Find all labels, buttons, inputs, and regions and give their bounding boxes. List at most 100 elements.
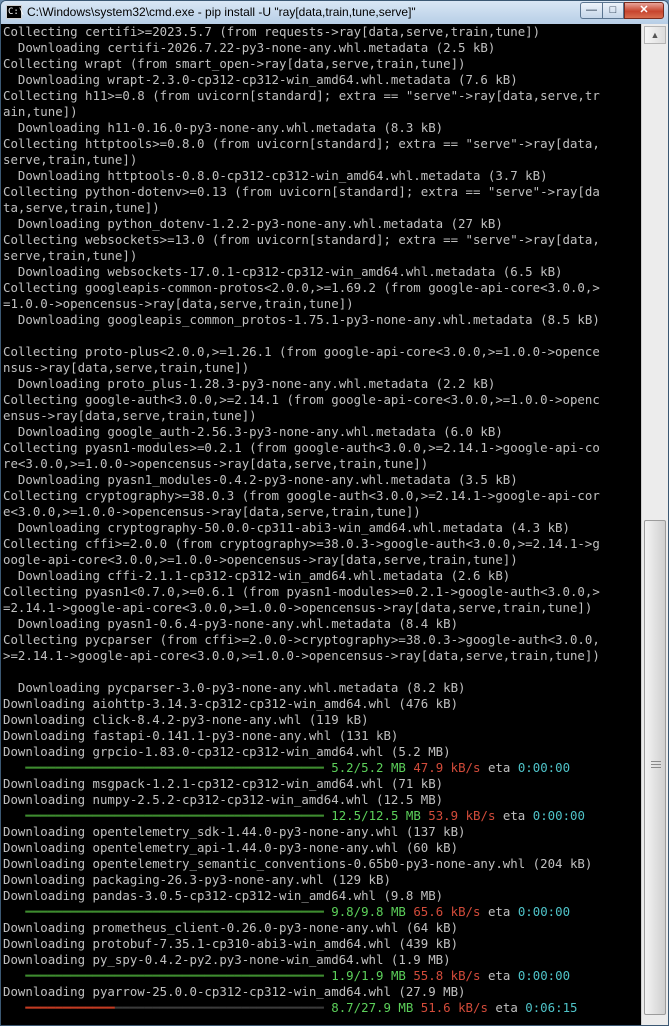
progress-eta: 0:00:00 xyxy=(517,904,571,919)
vertical-scrollbar[interactable]: ▲ xyxy=(641,24,668,1025)
thumb-grip xyxy=(651,761,661,762)
window-title: C:\Windows\system32\cmd.exe - pip instal… xyxy=(27,5,416,19)
cmd-app-icon[interactable]: C:\ xyxy=(6,5,24,19)
progress-amount: 9.8/9.8 MB xyxy=(331,904,406,919)
console-line: Collecting pyasn1<0.7.0,>=0.6.1 (from py… xyxy=(3,584,600,599)
console-line: Collecting pyasn1-modules>=0.2.1 (from g… xyxy=(3,440,600,455)
console-line: Downloading websockets-17.0.1-cp312-cp31… xyxy=(3,264,563,279)
console-line: Collecting h11>=0.8 (from uvicorn[standa… xyxy=(3,88,600,103)
progress-bar-filled: ━━━━━━━━━━━━ xyxy=(25,1000,115,1015)
title-bar[interactable]: C:\ C:\Windows\system32\cmd.exe - pip in… xyxy=(1,1,668,24)
progress-eta-label: eta xyxy=(487,968,511,983)
console-line: Downloading cffi-2.1.1-cp312-cp312-win_a… xyxy=(3,568,511,583)
console-line: Collecting proto-plus<2.0.0,>=1.26.1 (fr… xyxy=(3,344,600,359)
console-line: Downloading grpcio-1.83.0-cp312-cp312-wi… xyxy=(3,744,451,759)
console-line: Downloading protobuf-7.35.1-cp310-abi3-w… xyxy=(3,936,459,951)
progress-indent xyxy=(3,760,25,775)
console-line: =2.14.1->google-api-core<3.0.0,>=1.0.0->… xyxy=(3,600,593,615)
progress-speed: 65.6 kB/s xyxy=(413,904,481,919)
console-line: Downloading wrapt-2.3.0-cp312-cp312-win_… xyxy=(3,72,518,87)
console-line: Downloading fastapi-0.141.1-py3-none-any… xyxy=(3,728,399,743)
progress-bar-filled: ━━━━━━━━━━━━━━━━━━━━━━━━━━━━━━━━━━━━━━━━ xyxy=(25,904,324,919)
minimize-button[interactable]: — xyxy=(580,2,602,19)
progress-bar-filled: ━━━━━━━━━━━━━━━━━━━━━━━━━━━━━━━━━━━━━━━━ xyxy=(25,760,324,775)
close-button[interactable]: ✕ xyxy=(624,2,664,19)
console-line: Downloading googleapis_common_protos-1.7… xyxy=(3,312,600,327)
maximize-button[interactable]: □ xyxy=(602,2,624,19)
console-line: Downloading python_dotenv-1.2.2-py3-none… xyxy=(3,216,503,231)
console-line: Collecting cffi>=2.0.0 (from cryptograph… xyxy=(3,536,600,551)
progress-eta-label: eta xyxy=(487,760,511,775)
console-line: Collecting cryptography>=38.0.3 (from go… xyxy=(3,488,600,503)
progress-eta: 0:00:00 xyxy=(517,968,571,983)
progress-amount: 12.5/12.5 MB xyxy=(331,808,421,823)
progress-bar-remaining: ━━━━━━━━━━━━━━━━━━━━━━━━━━━━ xyxy=(114,1000,324,1015)
console-line: =1.0.0->opencensus->ray[data,serve,train… xyxy=(3,296,354,311)
progress-amount: 1.9/1.9 MB xyxy=(331,968,406,983)
console-line: Downloading pandas-3.0.5-cp312-cp312-win… xyxy=(3,888,444,903)
console-line: Collecting wrapt (from smart_open->ray[d… xyxy=(3,56,466,71)
progress-amount: 5.2/5.2 MB xyxy=(331,760,406,775)
console-line: ta,serve,train,tune]) xyxy=(3,200,160,215)
console-line: Downloading prometheus_client-0.26.0-py3… xyxy=(3,920,459,935)
console-line: Downloading packaging-26.3-py3-none-any.… xyxy=(3,872,391,887)
progress-speed: 47.9 kB/s xyxy=(413,760,481,775)
console-line: Downloading opentelemetry_api-1.44.0-py3… xyxy=(3,840,459,855)
console-line: ensus->ray[data,serve,train,tune]) xyxy=(3,408,257,423)
thumb-grip xyxy=(651,767,661,768)
console-line: nsus->ray[data,serve,train,tune]) xyxy=(3,360,250,375)
progress-eta-label: eta xyxy=(495,1000,518,1015)
console-line: Downloading httptools-0.8.0-cp312-cp312-… xyxy=(3,168,548,183)
console-line: serve,train,tune]) xyxy=(3,248,138,263)
console-line: Collecting python-dotenv>=0.13 (from uvi… xyxy=(3,184,600,199)
console-line: Collecting certifi>=2023.5.7 (from reque… xyxy=(3,24,541,39)
console-line: oogle-api-core<3.0.0,>=1.0.0->opencensus… xyxy=(3,552,518,567)
progress-indent xyxy=(3,1000,25,1015)
thumb-grip xyxy=(651,764,661,765)
console-line: Downloading cryptography-50.0.0-cp311-ab… xyxy=(3,520,570,535)
console-line: Downloading msgpack-1.2.1-cp312-cp312-wi… xyxy=(3,776,444,791)
download-progress-line: ━━━━━━━━━━━━━━━━━━━━━━━━━━━━━━━━━━━━━━━━… xyxy=(1,1000,641,1016)
download-progress-line: ━━━━━━━━━━━━━━━━━━━━━━━━━━━━━━━━━━━━━━━━… xyxy=(1,904,641,920)
progress-eta: 0:06:15 xyxy=(525,1000,578,1015)
console-line: serve,train,tune]) xyxy=(3,152,138,167)
console-line: Downloading aiohttp-3.14.3-cp312-cp312-w… xyxy=(3,696,459,711)
console-line: ain,tune]) xyxy=(3,104,78,119)
cmd-window: C:\ C:\Windows\system32\cmd.exe - pip in… xyxy=(0,0,669,1026)
console-line: Downloading pycparser-3.0-py3-none-any.w… xyxy=(3,680,466,695)
progress-speed: 51.6 kB/s xyxy=(420,1000,488,1015)
console-line: Downloading pyarrow-25.0.0-cp312-cp312-w… xyxy=(3,984,466,999)
console-line: Collecting pycparser (from cffi>=2.0.0->… xyxy=(3,632,600,647)
console-line: Downloading pyasn1_modules-0.4.2-py3-non… xyxy=(3,472,518,487)
progress-speed: 55.8 kB/s xyxy=(413,968,481,983)
download-progress-line: ━━━━━━━━━━━━━━━━━━━━━━━━━━━━━━━━━━━━━━━━… xyxy=(1,968,641,984)
scrollbar-thumb[interactable] xyxy=(644,520,666,1015)
progress-amount: 8.7/27.9 MB xyxy=(331,1000,414,1015)
download-progress-line: ━━━━━━━━━━━━━━━━━━━━━━━━━━━━━━━━━━━━━━━━… xyxy=(1,760,641,776)
console-line: Collecting googleapis-common-protos<2.0.… xyxy=(3,280,600,295)
progress-eta: 0:00:00 xyxy=(517,760,571,775)
console-line: Collecting google-auth<3.0.0,>=2.14.1 (f… xyxy=(3,392,600,407)
progress-eta: 0:00:00 xyxy=(532,808,585,823)
console-line: >=2.14.1->google-api-core<3.0.0,>=1.0.0-… xyxy=(3,648,600,663)
progress-indent xyxy=(3,968,25,983)
scroll-up-arrow-icon[interactable]: ▲ xyxy=(644,26,666,44)
console-line: Downloading py_spy-0.4.2-py2.py3-none-wi… xyxy=(3,952,451,967)
progress-indent xyxy=(3,808,25,823)
progress-eta-label: eta xyxy=(502,808,526,823)
console-line: Downloading proto_plus-1.28.3-py3-none-a… xyxy=(3,376,496,391)
console-line: Downloading certifi-2026.7.22-py3-none-a… xyxy=(3,40,496,55)
window-controls: — □ ✕ xyxy=(580,2,664,19)
console-line: e<3.0.0,>=1.0.0->opencensus->ray[data,se… xyxy=(3,504,421,519)
console-line: Downloading click-8.4.2-py3-none-any.whl… xyxy=(3,712,369,727)
console-line: Downloading opentelemetry_semantic_conve… xyxy=(3,856,593,871)
console-line: re<3.0.0,>=1.0.0->opencensus->ray[data,s… xyxy=(3,456,429,471)
console-line: Downloading numpy-2.5.2-cp312-cp312-win_… xyxy=(3,792,444,807)
console-line: Collecting httptools>=0.8.0 (from uvicor… xyxy=(3,136,600,151)
download-progress-line: ━━━━━━━━━━━━━━━━━━━━━━━━━━━━━━━━━━━━━━━━… xyxy=(1,808,641,824)
progress-bar-filled: ━━━━━━━━━━━━━━━━━━━━━━━━━━━━━━━━━━━━━━━━ xyxy=(25,968,324,983)
console-output[interactable]: Collecting certifi>=2023.5.7 (from reque… xyxy=(1,24,641,1025)
console-line: Downloading opentelemetry_sdk-1.44.0-py3… xyxy=(3,824,466,839)
